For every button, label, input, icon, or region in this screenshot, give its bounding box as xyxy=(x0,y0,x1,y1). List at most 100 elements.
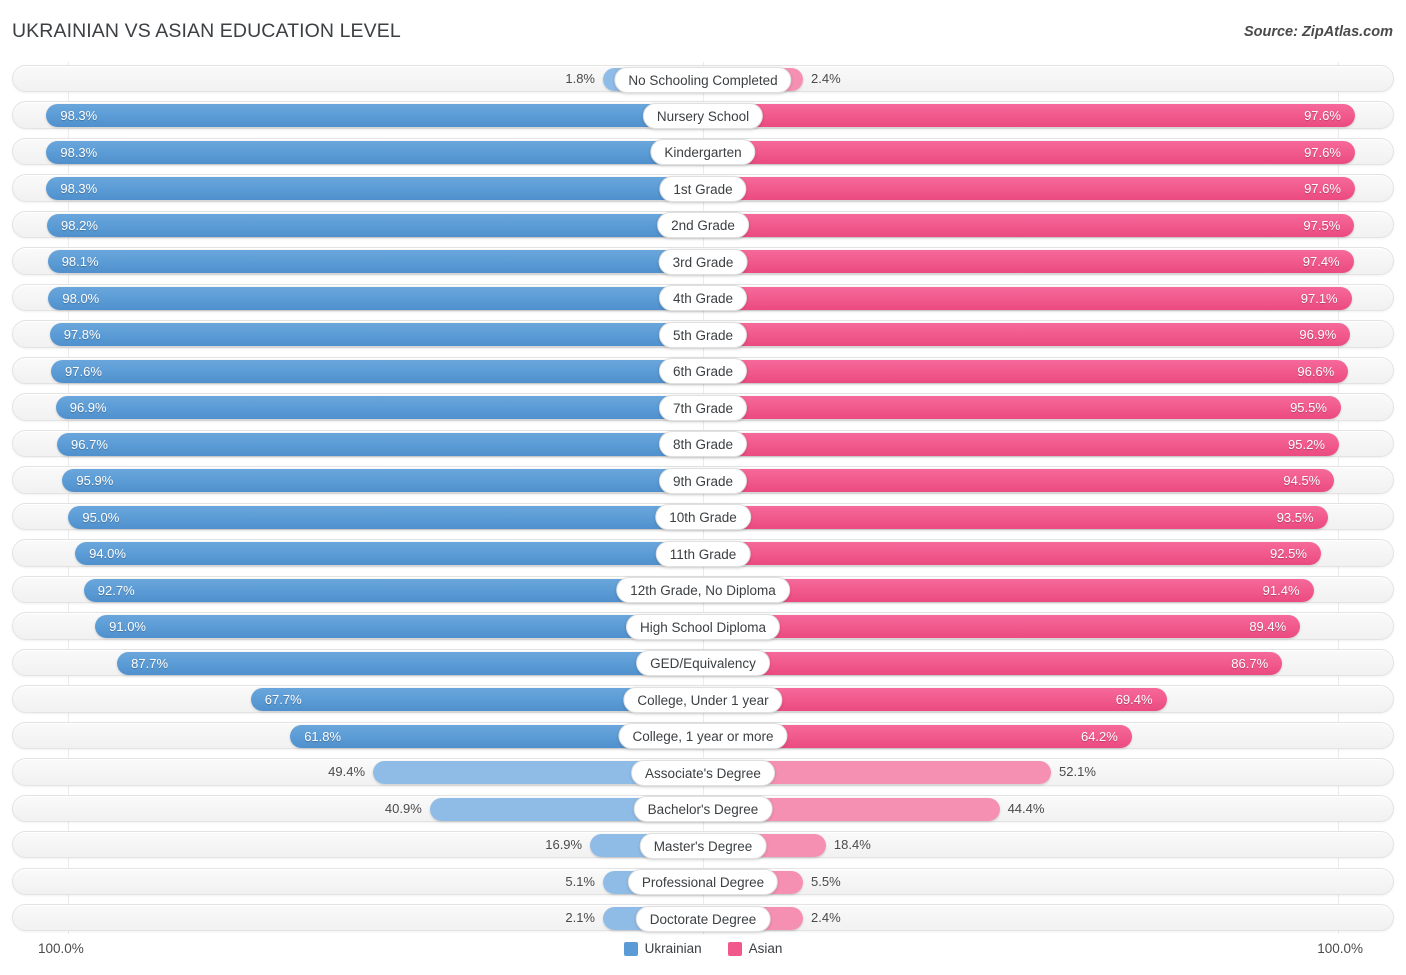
bar-value-asian: 5.5% xyxy=(811,873,841,889)
row-category-label[interactable]: 2nd Grade xyxy=(657,212,749,239)
chart-row[interactable]: 91.0% 89.4% High School Diploma xyxy=(0,609,1406,642)
bar-asian[interactable]: 97.4% xyxy=(703,250,1354,274)
chart-row[interactable]: 16.9% 18.4% Master's Degree xyxy=(0,828,1406,861)
bar-asian[interactable]: 95.2% xyxy=(703,432,1339,456)
row-category-label[interactable]: 8th Grade xyxy=(658,431,748,458)
bar-ukrainian[interactable]: 87.7% xyxy=(117,651,703,675)
row-category-label[interactable]: 9th Grade xyxy=(658,467,748,494)
legend-item-asian[interactable]: Asian xyxy=(727,941,782,956)
chart-row[interactable]: 5.1% 5.5% Professional Degree xyxy=(0,865,1406,898)
bar-value-asian: 97.4% xyxy=(1302,254,1340,270)
bar-asian[interactable]: 94.5% xyxy=(703,469,1335,493)
row-category-label[interactable]: 10th Grade xyxy=(655,504,751,531)
bar-asian[interactable]: 95.5% xyxy=(703,396,1341,420)
bar-value-asian: 95.5% xyxy=(1290,400,1327,416)
bar-value-asian: 91.4% xyxy=(1262,582,1300,598)
chart-row[interactable]: 98.0% 97.1% 4th Grade xyxy=(0,281,1406,314)
chart-row[interactable]: 1.8% 2.4% No Schooling Completed xyxy=(0,62,1406,95)
bar-ukrainian[interactable]: 96.9% xyxy=(55,396,703,420)
row-category-label[interactable]: Master's Degree xyxy=(639,832,767,859)
row-category-label[interactable]: 11th Grade xyxy=(655,540,751,567)
bar-value-ukrainian: 97.6% xyxy=(65,363,102,379)
chart-row[interactable]: 96.9% 95.5% 7th Grade xyxy=(0,390,1406,423)
chart-row[interactable]: 95.0% 93.5% 10th Grade xyxy=(0,500,1406,533)
row-category-label[interactable]: Bachelor's Degree xyxy=(633,796,773,823)
chart-row[interactable]: 67.7% 69.4% College, Under 1 year xyxy=(0,682,1406,715)
bar-ukrainian[interactable]: 96.7% xyxy=(57,432,703,456)
bar-ukrainian[interactable]: 95.9% xyxy=(62,469,703,493)
row-category-label[interactable]: Nursery School xyxy=(642,102,764,129)
bar-ukrainian[interactable]: 98.3% xyxy=(46,177,703,201)
bar-ukrainian[interactable]: 91.0% xyxy=(95,615,703,639)
chart-row[interactable]: 2.1% 2.4% Doctorate Degree xyxy=(0,901,1406,934)
row-category-label[interactable]: Doctorate Degree xyxy=(635,905,771,932)
bar-ukrainian[interactable]: 98.1% xyxy=(47,250,703,274)
bar-ukrainian[interactable]: 95.0% xyxy=(68,505,703,529)
legend-label-ukrainian: Ukrainian xyxy=(644,941,702,956)
bar-ukrainian[interactable]: 97.6% xyxy=(51,359,703,383)
bar-value-asian: 2.4% xyxy=(811,910,841,926)
chart-row[interactable]: 98.3% 97.6% Nursery School xyxy=(0,98,1406,131)
bar-asian[interactable]: 89.4% xyxy=(703,615,1301,639)
bar-asian[interactable]: 97.5% xyxy=(703,213,1355,237)
row-category-label[interactable]: 7th Grade xyxy=(658,394,748,421)
bar-value-asian: 97.6% xyxy=(1304,181,1341,197)
chart-row[interactable]: 92.7% 91.4% 12th Grade, No Diploma xyxy=(0,573,1406,606)
row-category-label[interactable]: 3rd Grade xyxy=(658,248,748,275)
row-category-label[interactable]: Associate's Degree xyxy=(631,759,775,786)
chart-row[interactable]: 98.1% 97.4% 3rd Grade xyxy=(0,244,1406,277)
bar-asian[interactable]: 97.1% xyxy=(703,286,1352,310)
chart-row[interactable]: 97.8% 96.9% 5th Grade xyxy=(0,317,1406,350)
chart-row[interactable]: 95.9% 94.5% 9th Grade xyxy=(0,463,1406,496)
chart-row[interactable]: 98.2% 97.5% 2nd Grade xyxy=(0,208,1406,241)
bar-value-asian: 2.4% xyxy=(811,71,841,86)
bar-asian[interactable]: 96.9% xyxy=(703,323,1351,347)
bar-asian[interactable]: 97.6% xyxy=(703,140,1355,164)
chart-row[interactable]: 98.3% 97.6% 1st Grade xyxy=(0,171,1406,204)
row-category-label[interactable]: 12th Grade, No Diploma xyxy=(616,577,790,604)
bar-ukrainian[interactable]: 98.2% xyxy=(47,213,703,237)
row-category-label[interactable]: 6th Grade xyxy=(658,358,748,385)
row-category-label[interactable]: 4th Grade xyxy=(658,285,748,312)
bar-asian[interactable]: 92.5% xyxy=(703,542,1321,566)
row-category-label[interactable]: Professional Degree xyxy=(627,869,779,896)
row-category-label[interactable]: 5th Grade xyxy=(658,321,748,348)
chart-header: UKRAINIAN VS ASIAN EDUCATION LEVEL Sourc… xyxy=(0,0,1406,56)
chart-row[interactable]: 61.8% 64.2% College, 1 year or more xyxy=(0,719,1406,752)
chart-row[interactable]: 94.0% 92.5% 11th Grade xyxy=(0,536,1406,569)
row-category-label[interactable]: 1st Grade xyxy=(659,175,747,202)
bar-value-ukrainian: 98.1% xyxy=(61,254,99,270)
chart-row[interactable]: 96.7% 95.2% 8th Grade xyxy=(0,427,1406,460)
bar-asian[interactable]: 97.6% xyxy=(703,177,1355,201)
bar-asian[interactable]: 93.5% xyxy=(703,505,1328,529)
bar-value-ukrainian: 98.0% xyxy=(62,290,100,306)
bar-ukrainian[interactable]: 98.3% xyxy=(46,140,703,164)
bar-value-asian: 52.1% xyxy=(1059,764,1096,780)
bar-ukrainian[interactable]: 98.3% xyxy=(46,104,703,128)
row-category-label[interactable]: Kindergarten xyxy=(650,139,756,166)
bar-value-ukrainian: 98.3% xyxy=(60,181,98,197)
bar-value-asian: 69.4% xyxy=(1115,692,1153,708)
row-category-label[interactable]: GED/Equivalency xyxy=(636,650,770,677)
bar-value-ukrainian: 40.9% xyxy=(384,800,422,816)
chart-row[interactable]: 97.6% 96.6% 6th Grade xyxy=(0,354,1406,387)
bar-value-ukrainian: 96.9% xyxy=(69,400,107,416)
legend-item-ukrainian[interactable]: Ukrainian xyxy=(623,941,702,956)
row-category-label[interactable]: High School Diploma xyxy=(625,613,781,640)
bar-asian[interactable]: 91.4% xyxy=(703,578,1314,602)
chart-row[interactable]: 87.7% 86.7% GED/Equivalency xyxy=(0,646,1406,679)
chart-row[interactable]: 98.3% 97.6% Kindergarten xyxy=(0,135,1406,168)
bar-ukrainian[interactable]: 97.8% xyxy=(49,323,703,347)
row-category-label[interactable]: No Schooling Completed xyxy=(614,66,792,93)
bar-ukrainian[interactable]: 94.0% xyxy=(75,542,703,566)
bar-asian[interactable]: 96.6% xyxy=(703,359,1349,383)
bar-asian[interactable]: 97.6% xyxy=(703,104,1355,128)
bar-ukrainian[interactable]: 98.0% xyxy=(48,286,703,310)
chart-row[interactable]: 49.4% 52.1% Associate's Degree xyxy=(0,755,1406,788)
row-category-label[interactable]: College, 1 year or more xyxy=(618,723,788,750)
bar-asian[interactable]: 86.7% xyxy=(703,651,1283,675)
chart-page: UKRAINIAN VS ASIAN EDUCATION LEVEL Sourc… xyxy=(0,0,1406,975)
row-category-label[interactable]: College, Under 1 year xyxy=(623,686,783,713)
chart-row[interactable]: 40.9% 44.4% Bachelor's Degree xyxy=(0,792,1406,825)
bar-ukrainian[interactable]: 92.7% xyxy=(83,578,703,602)
